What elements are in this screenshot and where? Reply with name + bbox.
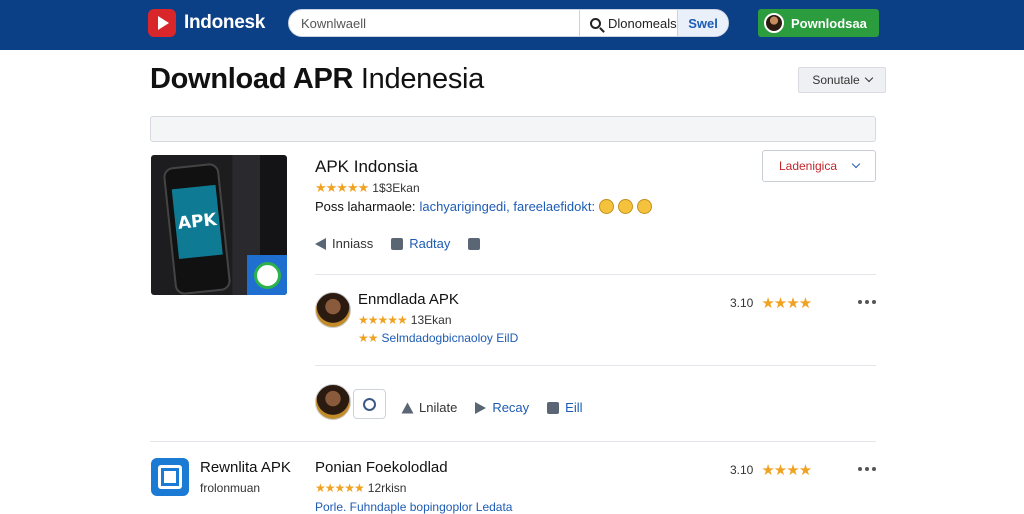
description-label: Poss laharmaole:: [315, 199, 416, 214]
more-options-icon[interactable]: [858, 300, 876, 304]
thumbs-up-icon: [391, 237, 404, 250]
app-rating: ★★★★★ 1$3Ekan: [315, 180, 420, 196]
more-options-icon[interactable]: [858, 467, 876, 471]
edit-action[interactable]: Eill: [547, 400, 583, 415]
star-rating-icon: ★★★★: [761, 462, 812, 479]
search-box: Dlonomeals Swel: [288, 9, 729, 37]
share-action[interactable]: Inniass: [315, 236, 373, 251]
star-rating-icon: ★★★★★: [315, 180, 369, 195]
commenter-avatar[interactable]: [315, 384, 351, 420]
reply-label: Radtay: [409, 236, 451, 251]
review-score-value: 3.10: [730, 296, 754, 310]
divider: [315, 274, 876, 275]
logo-text: Indonesk: [184, 12, 266, 33]
app-description: Poss laharmaole: lachyarigingedi, fareel…: [315, 199, 653, 214]
download-button-label: Pownlodsaa: [791, 15, 867, 31]
bookmark-icon[interactable]: [468, 237, 481, 250]
edit-label: Eill: [565, 400, 583, 415]
reply-actions: Lnilate Recay Eill: [401, 400, 583, 415]
second-review-score: 3.10 ★★★★: [730, 461, 812, 479]
search-category-label: Dlonomeals: [608, 15, 677, 31]
share-icon: [315, 237, 326, 250]
rating-count: 1$3Ekan: [372, 181, 420, 195]
reviewer-avatar[interactable]: [315, 292, 351, 328]
like-action[interactable]: Lnilate: [401, 400, 458, 415]
download-button[interactable]: Pownlodsaa: [758, 9, 879, 37]
top-navigation-bar: Indonesk Dlonomeals Swel Pownlodsaa: [0, 0, 1024, 50]
description-link[interactable]: lachyarigingedi, fareelaefidokt:: [419, 199, 595, 214]
sort-label: Sonutale: [812, 73, 860, 87]
edit-icon: [547, 401, 560, 414]
review-rating: ★★★★★ 13Ekan: [358, 313, 452, 327]
emoji-icon: [618, 199, 634, 214]
star-rating-icon: ★★★★: [761, 295, 812, 312]
review-line: ★★ Selmdadogbicnaoloy EilD: [358, 331, 518, 345]
review-score: 3.10 ★★★★: [730, 294, 812, 312]
reply-arrow-icon: [475, 401, 487, 414]
star-rating-icon: ★★★★★: [315, 481, 365, 495]
second-review-score-value: 3.10: [730, 463, 754, 477]
user-avatar: [764, 13, 784, 33]
site-logo[interactable]: Indonesk: [148, 9, 265, 37]
sort-dropdown[interactable]: Sonutale: [798, 67, 886, 93]
page-title-rest: Indenesia: [360, 63, 484, 95]
emoji-icon: [637, 199, 653, 214]
page-title-bold: Download APR: [150, 63, 354, 95]
reply-action[interactable]: Recay: [475, 400, 529, 415]
page-title: Download APR Indenesia: [150, 63, 484, 96]
chevron-down-icon: [851, 159, 861, 169]
like-label: Lnilate: [419, 400, 458, 415]
app-name[interactable]: APK Indonsia: [315, 157, 418, 177]
second-app-subtitle: frolonmuan: [200, 481, 261, 495]
divider: [150, 441, 876, 442]
chat-bubble-icon[interactable]: [353, 389, 386, 419]
reply-action[interactable]: Radtay: [391, 236, 450, 251]
share-label: Inniass: [332, 236, 374, 251]
language-label: Ladenigica: [778, 159, 838, 173]
search-submit-button[interactable]: Swel: [677, 10, 728, 36]
search-category-button[interactable]: Dlonomeals: [579, 10, 677, 36]
star-rating-icon: ★★: [358, 331, 378, 345]
emoji-icon: [599, 199, 615, 214]
play-logo-icon: [148, 9, 176, 37]
phone-image: APK: [162, 162, 232, 295]
filter-bar[interactable]: [150, 116, 876, 142]
divider: [315, 365, 876, 366]
second-app-name[interactable]: Rewnlita APK: [200, 459, 291, 476]
whatsapp-badge-icon: [247, 255, 287, 295]
review-line-text[interactable]: Selmdadogbicnaoloy EilD: [382, 331, 519, 345]
star-rating-icon: ★★★★★: [358, 313, 408, 327]
language-dropdown[interactable]: Ladenigica: [762, 150, 876, 182]
second-review-title: Ponian Foekolodlad: [315, 459, 448, 476]
reply-label: Recay: [492, 400, 530, 415]
second-review-rating: ★★★★★ 12rkisn: [315, 481, 406, 495]
search-input[interactable]: [289, 10, 579, 36]
review-count: 13Ekan: [410, 313, 452, 327]
chevron-down-icon: [864, 73, 873, 83]
app-file-icon[interactable]: [151, 458, 189, 496]
app-actions: Inniass Radtay: [315, 236, 481, 251]
home-icon: [401, 402, 414, 413]
review-title: Enmdlada APK: [358, 291, 459, 308]
search-icon: [590, 17, 601, 29]
app-thumbnail[interactable]: APK: [151, 155, 287, 295]
second-review-count: 12rkisn: [367, 481, 407, 495]
phone-screen-text: APK: [171, 184, 223, 260]
